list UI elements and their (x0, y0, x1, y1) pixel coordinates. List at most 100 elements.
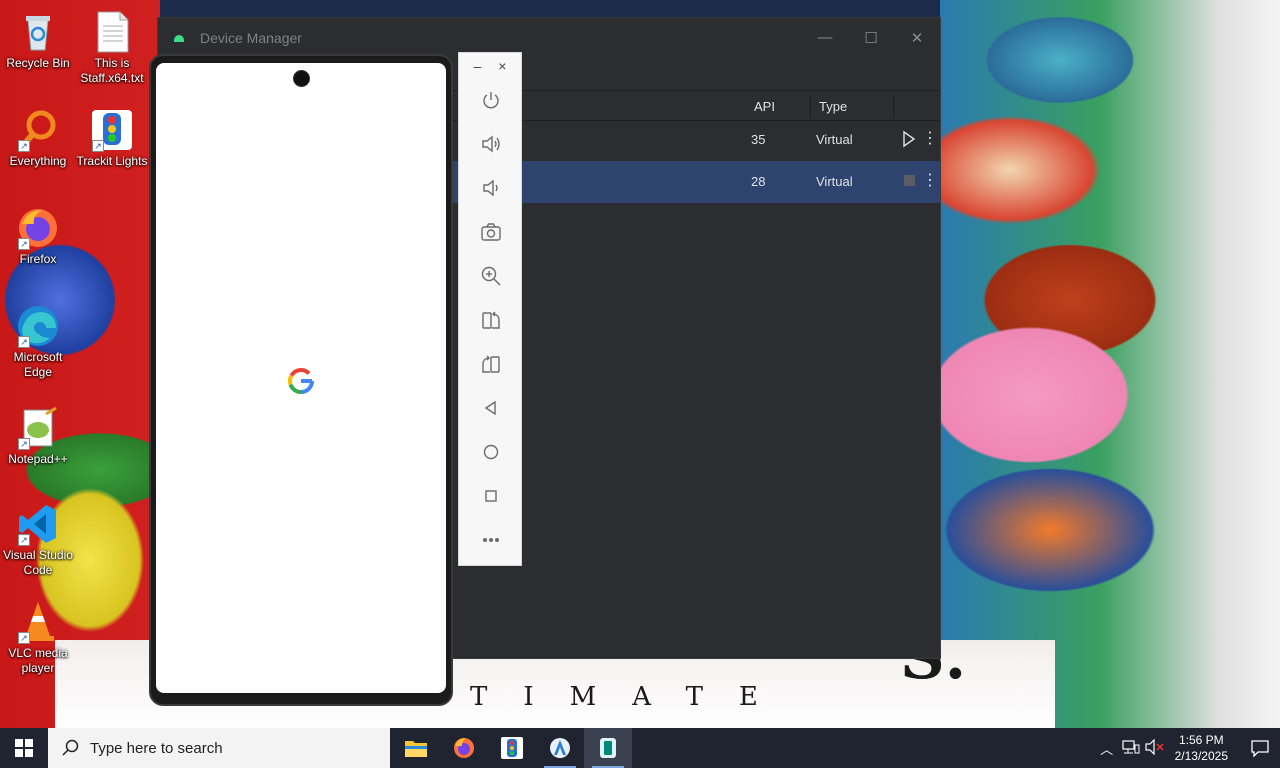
taskbar-file-explorer[interactable] (392, 728, 440, 768)
edge-icon: ↗ (16, 304, 60, 348)
power-icon (483, 92, 499, 109)
desktop-icon-label: Recycle Bin (6, 56, 70, 70)
home-circle-icon (483, 444, 499, 460)
desktop-icon-recycle-bin[interactable]: Recycle Bin (0, 10, 76, 71)
more-dots-icon (483, 537, 499, 542)
maximize-button[interactable]: ☐ (848, 29, 894, 47)
taskbar: Type here to search ︿ 1:56 PM 2/13/2025 (0, 728, 1280, 768)
clock-date: 2/13/2025 (1174, 749, 1228, 763)
desktop-icon-label: Firefox (19, 252, 57, 266)
back-triangle-icon (484, 400, 496, 416)
more-actions-button[interactable]: ⋮ (922, 170, 938, 192)
zoom-in-icon (481, 266, 501, 286)
screenshot-button[interactable] (478, 219, 504, 245)
search-placeholder: Type here to search (90, 739, 223, 757)
desktop-icon-label: Visual Studio Code (3, 548, 73, 577)
shortcut-arrow-icon: ↗ (18, 632, 30, 644)
device-type: Virtual (816, 132, 853, 147)
desktop-icon-trackit-lights[interactable]: ↗ Trackit Lights (74, 108, 150, 169)
emulator-screen[interactable] (156, 63, 446, 693)
show-hidden-icons-chevron-icon[interactable]: ︿ (1095, 739, 1119, 758)
clock-time: 1:56 PM (1178, 733, 1224, 747)
windows-logo-icon (15, 739, 33, 757)
column-header-type[interactable]: Type (819, 99, 847, 114)
traffic-light-icon (501, 737, 523, 759)
folder-icon (405, 741, 427, 757)
emulator-close-button[interactable]: × (498, 58, 506, 74)
desktop-icon-label: Everything (9, 154, 67, 168)
rotate-right-icon (482, 355, 500, 373)
back-button[interactable] (478, 395, 504, 421)
desktop-icon-vscode[interactable]: ↗ Visual Studio Code (0, 502, 76, 578)
front-camera (293, 70, 310, 87)
column-header-api[interactable]: API (754, 99, 775, 114)
device-api: 28 (751, 174, 766, 189)
network-icon[interactable] (1119, 739, 1143, 758)
device-api: 35 (751, 132, 766, 147)
android-icon (174, 34, 184, 42)
taskbar-android-studio[interactable] (536, 728, 584, 768)
desktop-icon-notepad-plus-plus[interactable]: ↗ Notepad++ (0, 406, 76, 467)
volume-up-icon (482, 135, 500, 153)
taskbar-firefox[interactable] (440, 728, 488, 768)
google-logo-icon (288, 368, 314, 395)
search-icon (62, 739, 79, 756)
run-device-button[interactable] (898, 128, 920, 150)
firefox-icon (454, 738, 474, 758)
minimize-button[interactable]: — (802, 29, 848, 47)
window-controls: — ☐ ✕ (802, 29, 940, 47)
emulator-toolbar: – × (458, 52, 522, 566)
emulator-minimize-button[interactable]: – (474, 58, 482, 74)
column-divider (810, 96, 811, 118)
volume-muted-icon[interactable] (1143, 738, 1167, 758)
device-type: Virtual (816, 174, 853, 189)
more-options-button[interactable] (478, 527, 504, 553)
shortcut-arrow-icon: ↗ (18, 438, 30, 450)
desktop-icon-label: Microsoft Edge (13, 350, 63, 379)
device-manager-titlebar: Device Manager — ☐ ✕ (158, 18, 940, 58)
notepad-plus-plus-icon: ↗ (16, 406, 60, 450)
overview-button[interactable] (478, 483, 504, 509)
desktop-icon-staff-txt[interactable]: This is Staff.x64.txt (74, 10, 150, 86)
desktop-icon-everything[interactable]: ↗ Everything (0, 108, 76, 169)
desktop-icon-label: Trackit Lights (76, 154, 148, 168)
taskbar-clock[interactable]: 1:56 PM 2/13/2025 (1175, 732, 1228, 764)
window-title: Device Manager (200, 30, 302, 46)
shortcut-arrow-icon: ↗ (18, 140, 30, 152)
desktop-icon-label: Notepad++ (8, 452, 68, 466)
rotate-right-button[interactable] (478, 351, 504, 377)
desktop-icon-firefox[interactable]: ↗ Firefox (0, 206, 76, 267)
desktop-icon-label: VLC media player (8, 646, 68, 675)
zoom-button[interactable] (478, 263, 504, 289)
text-file-icon (90, 10, 134, 54)
volume-down-button[interactable] (478, 175, 504, 201)
taskbar-search-box[interactable]: Type here to search (48, 728, 390, 768)
close-button[interactable]: ✕ (894, 29, 940, 47)
shortcut-arrow-icon: ↗ (18, 534, 30, 546)
desktop-icon-microsoft-edge[interactable]: ↗ Microsoft Edge (0, 304, 76, 380)
home-button[interactable] (478, 439, 504, 465)
taskbar-trackit-lights[interactable] (488, 728, 536, 768)
camera-icon (481, 223, 501, 241)
volume-down-icon (483, 179, 498, 197)
stop-icon (903, 175, 915, 186)
start-button[interactable] (0, 728, 48, 768)
volume-up-button[interactable] (478, 131, 504, 157)
column-divider (893, 96, 894, 118)
overview-square-icon (485, 490, 497, 502)
rotate-left-button[interactable] (478, 307, 504, 333)
shortcut-arrow-icon: ↗ (92, 140, 104, 152)
shortcut-arrow-icon: ↗ (18, 238, 30, 250)
everything-search-icon: ↗ (16, 108, 60, 152)
firefox-icon: ↗ (16, 206, 60, 250)
emulator-toolbar-top: – × (459, 53, 521, 79)
stop-device-button[interactable] (898, 170, 920, 192)
action-center-button[interactable] (1240, 739, 1280, 757)
desktop-icon-vlc[interactable]: ↗ VLC media player (0, 600, 76, 676)
wallpaper-logo-subtitle: TIMATE (470, 682, 794, 712)
power-button[interactable] (478, 87, 504, 113)
vlc-cone-icon: ↗ (16, 600, 60, 644)
taskbar-emulator[interactable] (584, 728, 632, 768)
rotate-left-icon (482, 311, 500, 329)
more-actions-button[interactable]: ⋮ (922, 128, 938, 150)
